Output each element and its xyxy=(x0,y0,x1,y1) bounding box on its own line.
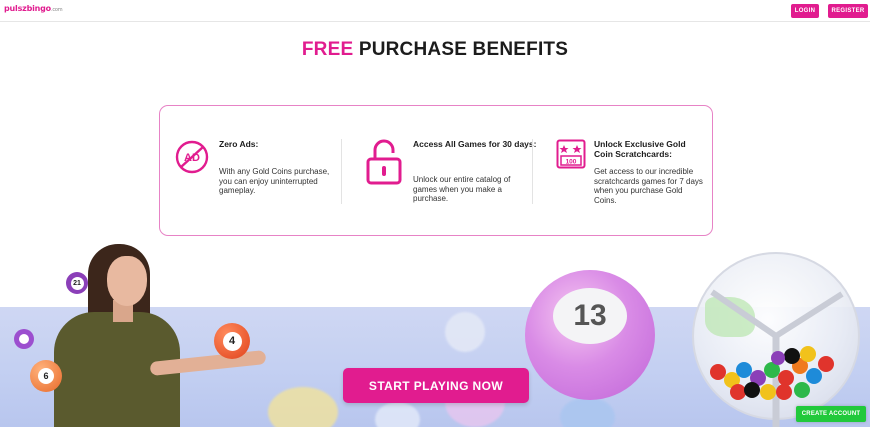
register-button[interactable]: REGISTER xyxy=(828,4,868,18)
benefit-access-games: Access All Games for 30 days: Unlock our… xyxy=(365,106,537,237)
blurred-ball xyxy=(445,312,485,352)
benefits-card: AD Zero Ads: With any Gold Coins purchas… xyxy=(159,105,713,236)
benefit-title: Zero Ads: xyxy=(219,139,259,149)
pulszbingo-logo[interactable]: pulszbingo.com xyxy=(4,4,63,13)
blurred-ball xyxy=(268,387,338,427)
create-account-button[interactable]: CREATE ACCOUNT xyxy=(796,406,866,422)
scratchcard-icon-text: 100 xyxy=(566,159,577,166)
heading-rest: PURCHASE BENEFITS xyxy=(358,39,569,60)
benefit-description: Get access to our incredible scratchcard… xyxy=(594,167,703,205)
benefit-zero-ads: AD Zero Ads: With any Gold Coins purchas… xyxy=(174,106,344,237)
start-playing-button[interactable]: START PLAYING NOW xyxy=(343,368,529,403)
orange-bingo-ball: 4 xyxy=(214,323,250,359)
woman-face xyxy=(107,256,147,306)
top-navbar: pulszbingo.com LOGIN REGISTER xyxy=(0,0,870,22)
blurred-ball xyxy=(560,397,615,427)
divider xyxy=(532,139,533,204)
section-heading: FREE PURCHASE BENEFITS xyxy=(0,39,870,61)
ball-number: 6 xyxy=(38,368,54,384)
logo-text: pulszbingo xyxy=(4,4,51,13)
logo-domain: .com xyxy=(50,7,63,13)
unlock-icon xyxy=(366,139,402,185)
benefit-title: Unlock Exclusive Gold Coin Scratchcards: xyxy=(594,139,686,159)
orange-bingo-ball: 6 xyxy=(30,360,62,392)
small-bingo-ball xyxy=(14,329,34,349)
no-ads-icon: AD xyxy=(175,140,209,174)
purple-bingo-ball: 21 xyxy=(66,272,88,294)
benefit-description: With any Gold Coins purchase, you can en… xyxy=(219,167,330,195)
login-button[interactable]: LOGIN xyxy=(791,4,819,18)
benefit-scratchcards: 100 Unlock Exclusive Gold Coin Scratchca… xyxy=(556,106,706,237)
ball-number: 4 xyxy=(222,331,242,351)
benefit-description: Unlock our entire catalog of games when … xyxy=(413,175,511,203)
ball-number: 21 xyxy=(70,276,84,290)
heading-accent: FREE xyxy=(301,39,354,60)
big-ball-number: 13 xyxy=(553,288,627,344)
globe-balls xyxy=(710,289,844,427)
blurred-ball xyxy=(375,402,420,427)
benefit-title: Access All Games for 30 days: xyxy=(413,139,537,149)
divider xyxy=(341,139,342,204)
scratchcard-icon: 100 xyxy=(556,139,586,169)
